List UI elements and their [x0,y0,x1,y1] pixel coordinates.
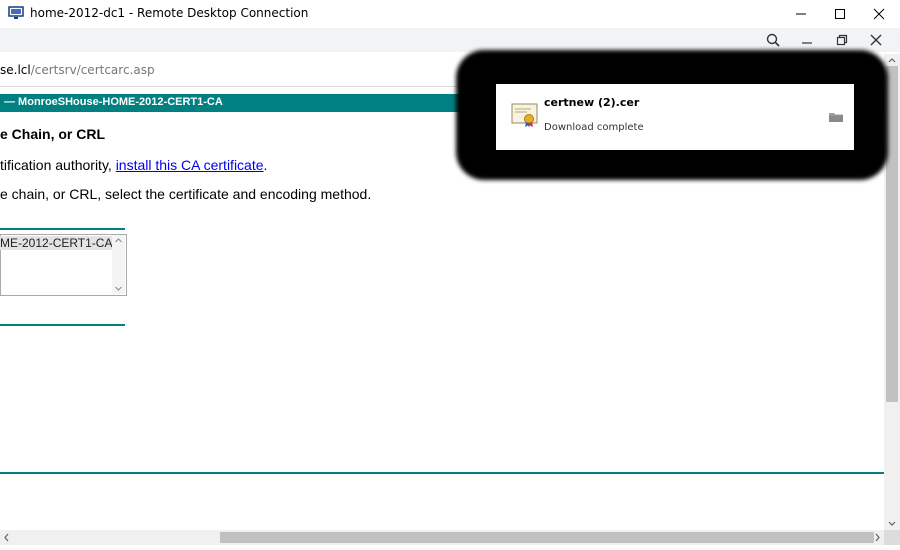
download-file-name[interactable]: certnew (2).cer [544,96,639,109]
listbox-item[interactable]: ME-2012-CERT1-CA] [0,236,112,250]
close-icon [873,8,885,20]
instruction-text: tification authority, [0,157,116,173]
browser-restore-button[interactable] [832,30,852,50]
url-host: se.lcl [0,63,31,77]
footer-divider [0,472,884,474]
section-divider [0,228,125,230]
listbox-scroll-arrows-icon [115,238,122,291]
instruction-line-1: tification authority, install this CA ce… [0,157,267,173]
window-title: home-2012-dc1 - Remote Desktop Connectio… [30,6,309,20]
search-button[interactable] [763,30,783,50]
remote-desktop-icon [8,6,24,20]
url-text[interactable]: se.lcl/certsrv/certcarc.asp [0,63,155,77]
browser-minimize-button[interactable] [797,30,817,50]
download-popup[interactable] [496,84,854,150]
download-status: Download complete [544,122,644,133]
instruction-line-2: e chain, or CRL, select the certificate … [0,186,372,202]
instruction-text-end: . [263,157,268,173]
certificate-file-icon [511,102,539,128]
restore-icon [836,34,848,46]
show-in-folder-icon[interactable] [828,110,844,122]
section-divider [0,324,125,326]
horizontal-scroll-thumb[interactable] [220,532,874,543]
minimize-icon [796,13,806,15]
minimize-icon [802,42,812,44]
close-button[interactable] [856,0,900,28]
browser-close-button[interactable] [866,30,886,50]
section-title: e Chain, or CRL [0,126,106,142]
scrollbar-corner [884,530,900,545]
maximize-icon [835,9,845,19]
search-icon [766,33,780,47]
url-path: /certsrv/certcarc.asp [30,63,155,77]
close-icon [870,34,882,46]
install-ca-certificate-link[interactable]: install this CA certificate [116,157,264,173]
listbox-scrollbar[interactable] [112,235,125,294]
page-header-title: — MonroeSHouse-HOME-2012-CERT1-CA [4,96,223,108]
